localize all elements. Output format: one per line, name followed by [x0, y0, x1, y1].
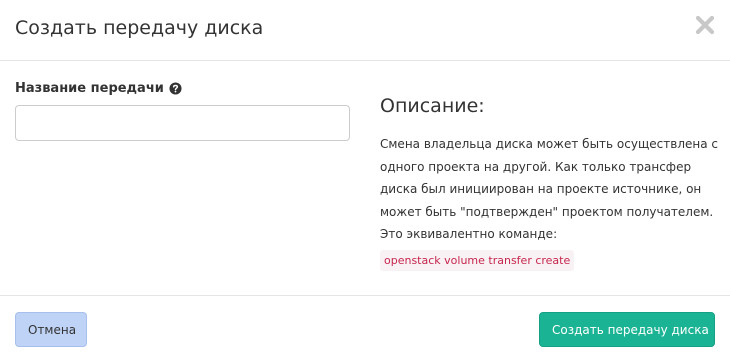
modal-title: Создать передачу диска	[15, 17, 264, 39]
modal-footer: Отмена Создать передачу диска	[0, 295, 730, 362]
modal-body: Название передачи Описание: Смена владел…	[0, 61, 730, 295]
cli-command: openstack volume transfer create	[380, 250, 575, 271]
create-volume-transfer-dialog: Создать передачу диска Название передачи…	[0, 0, 730, 362]
description-heading: Описание:	[380, 95, 485, 117]
close-icon	[695, 15, 715, 35]
cancel-button[interactable]: Отмена	[15, 312, 87, 347]
create-transfer-button[interactable]: Создать передачу диска	[539, 312, 715, 347]
question-circle-icon[interactable]	[169, 82, 182, 95]
modal-header: Создать передачу диска	[0, 0, 730, 61]
description-text: Смена владельца диска может быть осущест…	[380, 137, 718, 241]
close-button[interactable]	[694, 13, 716, 37]
transfer-name-label: Название передачи	[15, 81, 182, 96]
transfer-name-label-text: Название передачи	[15, 81, 164, 96]
transfer-name-input[interactable]	[15, 105, 350, 141]
